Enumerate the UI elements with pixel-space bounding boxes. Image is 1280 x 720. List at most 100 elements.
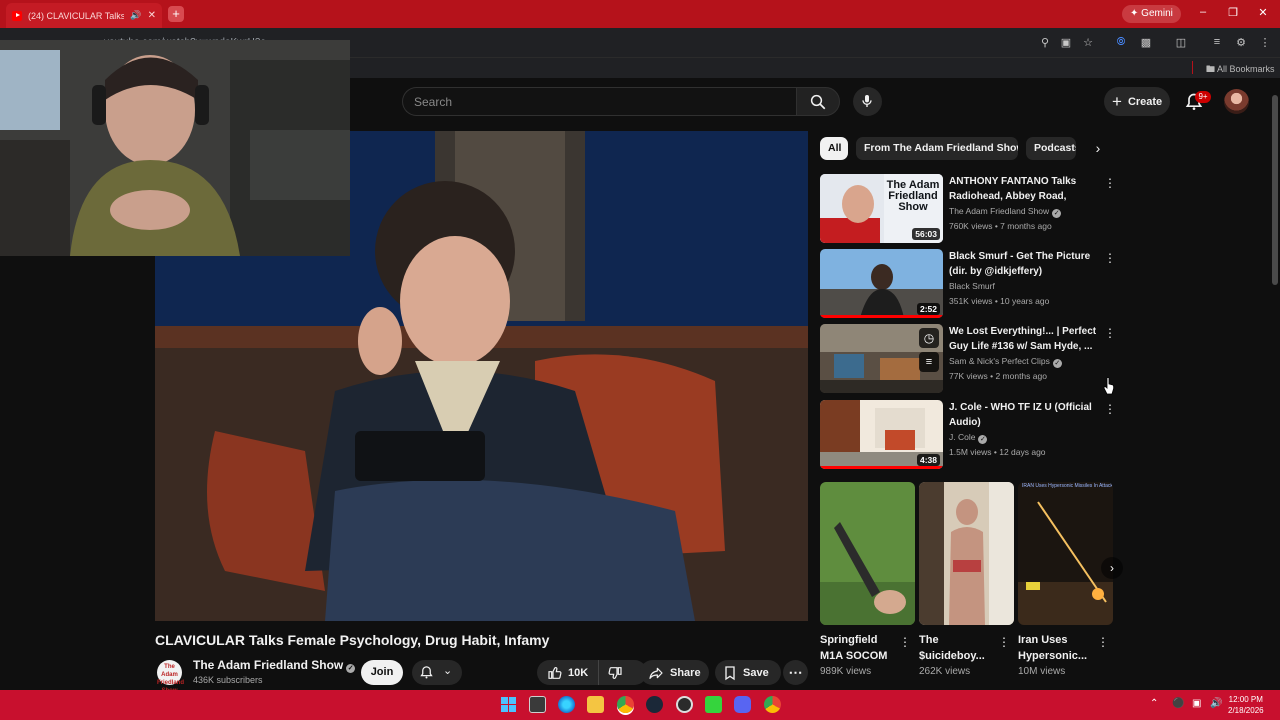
browser-tab-strip bbox=[0, 0, 1280, 28]
bell-icon bbox=[420, 666, 433, 679]
video-duration: 2:52 bbox=[916, 303, 940, 315]
browser-tab-active[interactable]: (24) CLAVICULAR Talks Fem... 🔊 ✕ bbox=[6, 3, 162, 28]
related-video-item[interactable]: ◷ ≡ We Lost Everything!... | Perfect Guy… bbox=[820, 324, 1120, 394]
plus-icon: + bbox=[1112, 92, 1122, 111]
kebab-menu-icon[interactable]: ⋮ bbox=[1104, 251, 1116, 265]
chip-podcasts[interactable]: Podcasts bbox=[1026, 137, 1076, 160]
windows-taskbar bbox=[0, 690, 1280, 720]
file-explorer-icon[interactable] bbox=[587, 696, 604, 713]
audio-extension-icon[interactable]: ⦾ bbox=[1114, 36, 1128, 49]
channel-avatar[interactable]: The Adam Friedland Show bbox=[157, 660, 184, 694]
short-thumbnail[interactable] bbox=[919, 482, 1014, 625]
bookmark-icon bbox=[725, 665, 735, 680]
chrome-icon[interactable] bbox=[617, 696, 634, 713]
search-button[interactable] bbox=[796, 87, 840, 116]
short-views: 10M views bbox=[1018, 666, 1066, 677]
clock-date: 2/18/2026 bbox=[1228, 706, 1264, 715]
cast-icon[interactable]: ▣ bbox=[1059, 36, 1073, 49]
discord-icon[interactable] bbox=[734, 696, 751, 713]
short-thumbnail[interactable] bbox=[820, 482, 915, 625]
related-channel[interactable]: The Adam Friedland Show ✓ bbox=[949, 206, 1062, 218]
new-tab-button[interactable]: + bbox=[168, 6, 184, 22]
short-title[interactable]: Iran Uses Hypersonic... bbox=[1018, 632, 1096, 664]
short-title[interactable]: Springfield M1A SOCOM bbox=[820, 632, 898, 664]
microphone-icon bbox=[862, 95, 872, 107]
gemini-button[interactable]: ✦ Gemini bbox=[1122, 5, 1181, 23]
short-views: 262K views bbox=[919, 666, 971, 677]
steam-icon[interactable] bbox=[646, 696, 663, 713]
extensions-icon[interactable]: ▩ bbox=[1139, 36, 1153, 49]
bookmark-star-icon[interactable]: ☆ bbox=[1081, 36, 1095, 49]
subscriber-count: 436K subscribers bbox=[193, 675, 263, 685]
zoom-icon[interactable]: ⚲ bbox=[1038, 36, 1052, 49]
more-actions-icon[interactable]: ⋯ bbox=[783, 660, 808, 685]
restore-icon[interactable]: ❐ bbox=[1226, 6, 1240, 19]
kebab-menu-icon[interactable]: ⋮ bbox=[1104, 176, 1116, 190]
share-button[interactable]: Share bbox=[640, 660, 709, 685]
voice-search-button[interactable] bbox=[853, 87, 882, 116]
search-input[interactable] bbox=[402, 87, 796, 116]
reading-list-icon[interactable]: ≡ bbox=[1210, 36, 1224, 48]
related-channel-text: Sam & Nick's Perfect Clips bbox=[949, 356, 1050, 366]
kebab-menu-icon[interactable]: ⋮ bbox=[1097, 635, 1109, 649]
related-video-item[interactable]: The Adam Friedland Show 56:03 ANTHONY FA… bbox=[820, 174, 1120, 244]
related-video-item[interactable]: 2:52 Black Smurf - Get The Picture (dir.… bbox=[820, 249, 1120, 319]
like-button[interactable]: 10K bbox=[537, 660, 600, 685]
create-button[interactable]: + Create bbox=[1104, 87, 1170, 116]
short-thumbnail[interactable]: IRAN Uses Hypersonic Missiles In Attack bbox=[1018, 482, 1113, 625]
kebab-menu-icon[interactable]: ⋮ bbox=[899, 635, 911, 649]
chrome-secondary-icon[interactable] bbox=[764, 696, 781, 713]
related-title[interactable]: J. Cole - WHO TF IZ U (Official Audio) bbox=[949, 401, 1099, 430]
profile-menu-icon[interactable]: ⚙ bbox=[1234, 36, 1248, 49]
dislike-button[interactable] bbox=[599, 660, 623, 685]
obs-icon[interactable] bbox=[676, 696, 693, 713]
all-bookmarks-link[interactable]: 🖿 All Bookmarks bbox=[1206, 62, 1275, 78]
related-title[interactable]: We Lost Everything!... | Perfect Guy Lif… bbox=[949, 325, 1099, 354]
green-app-icon[interactable] bbox=[705, 696, 722, 713]
taskbar-clock[interactable]: 12:00 PM 2/18/2026 bbox=[1228, 694, 1264, 716]
task-view-icon[interactable] bbox=[529, 696, 546, 713]
watch-later-icon[interactable]: ◷ bbox=[919, 328, 939, 348]
chip-all[interactable]: All bbox=[820, 137, 848, 160]
chevron-down-icon: ⌄ bbox=[443, 665, 453, 677]
minimize-icon[interactable]: – bbox=[1196, 6, 1210, 18]
channel-name[interactable]: The Adam Friedland Show ✓ bbox=[193, 658, 356, 673]
related-video-item[interactable]: 4:38 J. Cole - WHO TF IZ U (Official Aud… bbox=[820, 400, 1120, 470]
subscribed-notifications-button[interactable]: ⌄ bbox=[412, 660, 462, 685]
short-thumbnail-image bbox=[1018, 482, 1113, 625]
scrollbar-thumb[interactable] bbox=[1272, 95, 1278, 285]
chevron-right-icon[interactable]: › bbox=[1088, 138, 1108, 158]
tray-network-icon[interactable]: ▣ bbox=[1192, 698, 1201, 709]
browser-menu-icon[interactable]: ⋮ bbox=[1258, 36, 1272, 49]
short-title[interactable]: The $uicideboy... bbox=[919, 632, 997, 664]
windows-start-icon[interactable] bbox=[500, 696, 517, 713]
add-to-queue-icon[interactable]: ≡ bbox=[919, 352, 939, 372]
tab-close-icon[interactable]: ✕ bbox=[148, 10, 156, 21]
related-channel[interactable]: Black Smurf bbox=[949, 281, 995, 291]
join-button[interactable]: Join bbox=[361, 660, 403, 685]
edge-browser-icon[interactable] bbox=[558, 696, 575, 713]
window-close-icon[interactable]: ✕ bbox=[1256, 6, 1270, 19]
tray-microphone-icon[interactable]: ⚫ bbox=[1172, 698, 1184, 709]
related-channel[interactable]: Sam & Nick's Perfect Clips ✓ bbox=[949, 356, 1062, 368]
account-avatar[interactable] bbox=[1224, 89, 1249, 114]
split-view-icon[interactable]: ◫ bbox=[1174, 36, 1188, 49]
related-title[interactable]: ANTHONY FANTANO Talks Radiohead, Abbey R… bbox=[949, 175, 1099, 204]
shorts-next-chevron-icon[interactable]: › bbox=[1101, 557, 1123, 579]
tray-volume-icon[interactable]: 🔊 bbox=[1210, 698, 1222, 709]
related-channel[interactable]: J. Cole ✓ bbox=[949, 432, 988, 444]
kebab-menu-icon[interactable]: ⋮ bbox=[1104, 326, 1116, 340]
related-title[interactable]: Black Smurf - Get The Picture (dir. by @… bbox=[949, 250, 1099, 279]
kebab-menu-icon[interactable]: ⋮ bbox=[1104, 402, 1116, 416]
tray-overflow-chevron-icon[interactable]: ⌃ bbox=[1150, 698, 1158, 709]
kebab-menu-icon[interactable]: ⋮ bbox=[998, 635, 1010, 649]
video-thumbnail[interactable]: 2:52 bbox=[820, 249, 943, 318]
video-thumbnail[interactable]: 4:38 bbox=[820, 400, 943, 469]
save-button[interactable]: Save bbox=[715, 660, 781, 685]
video-thumbnail[interactable]: The Adam Friedland Show 56:03 bbox=[820, 174, 943, 243]
tab-audio-icon[interactable]: 🔊 bbox=[130, 10, 141, 21]
short-views: 989K views bbox=[820, 666, 872, 677]
mouse-cursor-icon bbox=[1103, 377, 1115, 395]
chip-from-channel[interactable]: From The Adam Friedland Show bbox=[856, 137, 1018, 160]
video-thumbnail[interactable]: ◷ ≡ bbox=[820, 324, 943, 393]
